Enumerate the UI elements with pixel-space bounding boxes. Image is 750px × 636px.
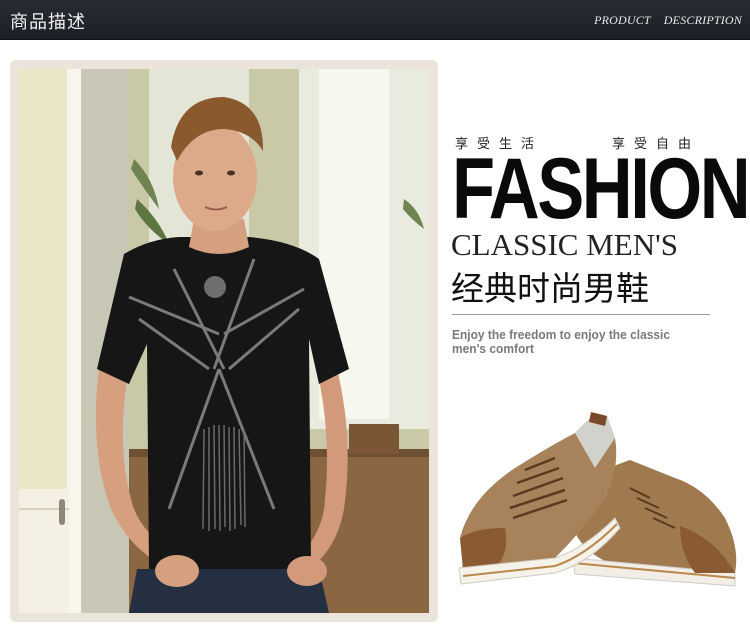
subhead-english: CLASSIC MEN'S [451, 227, 678, 262]
section-title: 商品描述 [10, 12, 86, 33]
headline: FASHION [452, 141, 750, 237]
subhead-chinese: 经典时尚男鞋 [451, 269, 649, 308]
product-description: Enjoy the freedom to enjoy the classic m… [452, 327, 670, 356]
divider [452, 314, 710, 315]
model-photo [19, 69, 429, 613]
subtitle-product: PRODUCT [594, 13, 651, 27]
shoes-image [455, 408, 740, 598]
section-subtitle: PRODUCT DESCRIPTION [584, 13, 742, 28]
subtitle-description: DESCRIPTION [663, 13, 742, 27]
header-bar: 商品描述 PRODUCT DESCRIPTION [0, 0, 750, 40]
